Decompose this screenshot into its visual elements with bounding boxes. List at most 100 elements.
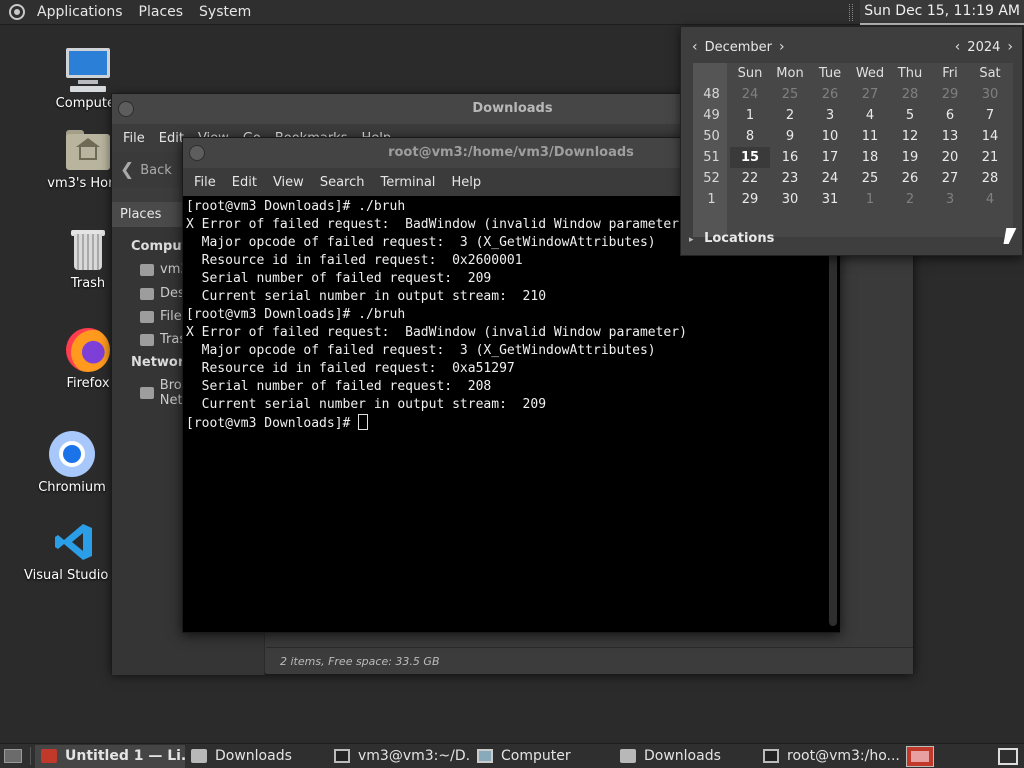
vscode-icon (50, 518, 98, 566)
calendar-day[interactable]: 5 (890, 105, 930, 126)
terminal-output[interactable]: [root@vm3 Downloads]# ./bruh X Error of f… (183, 196, 826, 632)
term-menu-help[interactable]: Help (443, 175, 489, 190)
weekday-label: Tue (818, 66, 842, 81)
calendar-day[interactable]: 25 (850, 168, 890, 189)
taskbar-button[interactable]: Downloads (614, 745, 757, 768)
calendar-day[interactable]: 4 (970, 189, 1010, 210)
calendar-day[interactable]: 3 (810, 105, 850, 126)
locations-label: Locations (704, 231, 775, 246)
term-menu-search[interactable]: Search (312, 175, 373, 190)
fm-menu-file[interactable]: File (116, 131, 152, 146)
workspace-switcher-icon[interactable] (906, 745, 934, 767)
calendar-day[interactable]: 29 (930, 84, 970, 105)
calendar-day[interactable]: 21 (970, 147, 1010, 168)
week-number: 1 (707, 192, 716, 207)
menu-places[interactable]: Places (131, 0, 192, 25)
calendar-day[interactable]: 6 (930, 105, 970, 126)
weekday-label: Sun (737, 66, 763, 81)
terminal-scrollbar[interactable] (826, 196, 840, 632)
show-desktop-icon[interactable] (4, 749, 22, 763)
next-month-icon[interactable]: › (776, 39, 788, 55)
taskbar-button[interactable]: Untitled 1 — Li... (35, 744, 185, 768)
window-list: Untitled 1 — Li... Downloads vm3@vm3:~/D..… (35, 744, 900, 768)
menu-applications[interactable]: Applications (29, 0, 131, 25)
calendar-day[interactable]: 2 (890, 189, 930, 210)
calendar-day[interactable]: 25 (770, 84, 810, 105)
window-close-icon[interactable] (118, 101, 134, 117)
calendar-day[interactable]: 28 (970, 168, 1010, 189)
calendar-day[interactable]: 9 (770, 126, 810, 147)
desktop-icon-vscode[interactable]: Visual Studio Code (24, 518, 146, 583)
calendar-day[interactable]: 8 (730, 126, 770, 147)
calendar-day[interactable]: 2 (770, 105, 810, 126)
terminal-prompt: [root@vm3 Downloads]# (186, 416, 359, 431)
term-menu-terminal[interactable]: Terminal (372, 175, 443, 190)
calendar-day[interactable]: 13 (930, 126, 970, 147)
calendar-day[interactable]: 20 (930, 147, 970, 168)
folder-icon (191, 749, 207, 763)
taskbar-button-label: vm3@vm3:~/D... (358, 748, 471, 764)
file-manager-title: Downloads (472, 101, 553, 116)
calendar-day[interactable]: 19 (890, 147, 930, 168)
term-menu-file[interactable]: File (186, 175, 224, 190)
taskbar-button[interactable]: root@vm3:/ho... (757, 745, 900, 768)
scrollbar-thumb[interactable] (829, 196, 837, 626)
calendar-day[interactable]: 16 (770, 147, 810, 168)
calendar-day[interactable]: 11 (850, 126, 890, 147)
menu-system[interactable]: System (191, 0, 259, 25)
locations-expander[interactable]: ▸ Locations (689, 231, 774, 246)
taskbar-button[interactable]: Computer (471, 745, 614, 768)
calendar-day[interactable]: 1 (850, 189, 890, 210)
back-button[interactable]: Back (140, 163, 172, 178)
calendar-week-row: 51 15 16 17 18 19 20 21 (693, 147, 1013, 168)
text-editor-icon (41, 749, 57, 763)
calendar-day[interactable]: 27 (850, 84, 890, 105)
calendar-day[interactable]: 23 (770, 168, 810, 189)
calendar-day[interactable]: 1 (730, 105, 770, 126)
calendar-day[interactable]: 4 (850, 105, 890, 126)
week-number: 49 (703, 108, 720, 123)
calendar-weekday-row: Sun Mon Tue Wed Thu Fri Sat (693, 63, 1013, 84)
calendar-day-today[interactable]: 15 (730, 147, 770, 168)
calendar-day[interactable]: 26 (810, 84, 850, 105)
taskbar-button[interactable]: vm3@vm3:~/D... (328, 745, 471, 768)
calendar-day[interactable]: 18 (850, 147, 890, 168)
calendar-day[interactable]: 30 (970, 84, 1010, 105)
calendar-day[interactable]: 29 (730, 189, 770, 210)
workspace-2-icon[interactable] (998, 747, 1018, 765)
calendar-week-row: 1 29 30 31 1 2 3 4 (693, 189, 1013, 210)
calendar-week-row: 49 1 2 3 4 5 6 7 (693, 105, 1013, 126)
weekday-label: Wed (855, 66, 885, 81)
calendar-day[interactable]: 22 (730, 168, 770, 189)
calendar-day[interactable]: 14 (970, 126, 1010, 147)
prev-month-icon[interactable]: ‹ (689, 39, 701, 55)
calendar-day[interactable]: 7 (970, 105, 1010, 126)
terminal-line: [root@vm3 Downloads]# ./bruh (186, 307, 406, 322)
term-menu-view[interactable]: View (265, 175, 312, 190)
calendar-day[interactable]: 3 (930, 189, 970, 210)
weekday-label: Sat (979, 66, 1001, 81)
term-menu-edit[interactable]: Edit (224, 175, 265, 190)
taskbar-button[interactable]: Downloads (185, 745, 328, 768)
terminal-prompt-line[interactable]: [root@vm3 Downloads]# (186, 414, 826, 433)
back-arrow-icon[interactable]: ❮ (120, 160, 134, 180)
calendar-day[interactable]: 28 (890, 84, 930, 105)
calendar-week-row: 50 8 9 10 11 12 13 14 (693, 126, 1013, 147)
calendar-day[interactable]: 30 (770, 189, 810, 210)
calendar-day[interactable]: 12 (890, 126, 930, 147)
panel-handle-icon[interactable] (849, 3, 854, 21)
calendar-day[interactable]: 26 (890, 168, 930, 189)
calendar-day[interactable]: 10 (810, 126, 850, 147)
taskbar-button-label: Downloads (644, 748, 721, 764)
calendar-day[interactable]: 17 (810, 147, 850, 168)
desktop-icon-chromium[interactable]: Chromium (22, 430, 122, 495)
prev-year-icon[interactable]: ‹ (952, 39, 964, 55)
calendar-day[interactable]: 24 (810, 168, 850, 189)
calendar-day[interactable]: 27 (930, 168, 970, 189)
calendar-day[interactable]: 31 (810, 189, 850, 210)
distro-logo-icon[interactable] (9, 4, 25, 20)
next-year-icon[interactable]: › (1004, 39, 1016, 55)
calendar-day[interactable]: 24 (730, 84, 770, 105)
window-close-icon[interactable] (189, 145, 205, 161)
clock[interactable]: Sun Dec 15, 11:19 AM (860, 0, 1024, 25)
